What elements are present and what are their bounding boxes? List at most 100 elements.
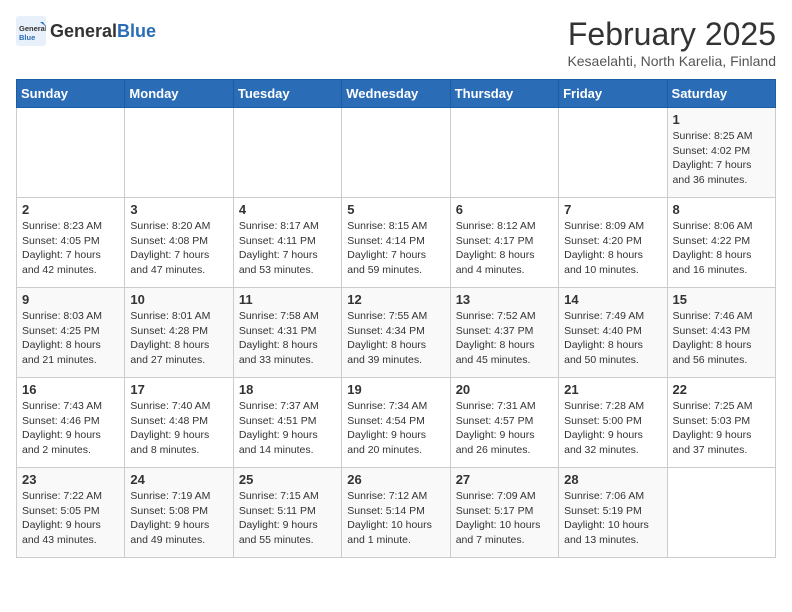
calendar-table: SundayMondayTuesdayWednesdayThursdayFrid… — [16, 79, 776, 558]
day-cell: 27Sunrise: 7:09 AMSunset: 5:17 PMDayligh… — [450, 468, 558, 558]
day-cell: 2 Sunrise: 8:23 AMSunset: 4:05 PMDaylight… — [17, 198, 125, 288]
day-info: Sunrise: 8:25 AMSunset: 4:02 PMDaylight:… — [673, 129, 770, 188]
day-info: Sunrise: 7:43 AMSunset: 4:46 PMDaylight:… — [22, 399, 119, 458]
day-number: 19 — [347, 382, 444, 397]
day-info: Sunrise: 7:31 AMSunset: 4:57 PMDaylight:… — [456, 399, 553, 458]
day-cell: 28 Sunrise: 7:06 AMSunset: 5:19 PMDayligh… — [559, 468, 667, 558]
logo-blue-text: Blue — [117, 21, 156, 42]
day-cell: 14Sunrise: 7:49 AMSunset: 4:40 PMDayligh… — [559, 288, 667, 378]
day-number: 8 — [673, 202, 770, 217]
weekday-header-row: SundayMondayTuesdayWednesdayThursdayFrid… — [17, 80, 776, 108]
day-cell: 7 Sunrise: 8:09 AMSunset: 4:20 PMDaylight… — [559, 198, 667, 288]
day-cell: 1 Sunrise: 8:25 AMSunset: 4:02 PMDaylight… — [667, 108, 775, 198]
page-header: General Blue General Blue February 2025 … — [16, 16, 776, 69]
day-number: 6 — [456, 202, 553, 217]
day-cell: 24 Sunrise: 7:19 AMSunset: 5:08 PMDayligh… — [125, 468, 233, 558]
day-number: 16 — [22, 382, 119, 397]
day-number: 17 — [130, 382, 227, 397]
day-cell: 9 Sunrise: 8:03 AMSunset: 4:25 PMDaylight… — [17, 288, 125, 378]
day-info: Sunrise: 7:28 AMSunset: 5:00 PMDaylight:… — [564, 399, 661, 458]
day-number: 2 — [22, 202, 119, 217]
day-number: 13 — [456, 292, 553, 307]
month-title: February 2025 — [567, 16, 776, 53]
day-info: Sunrise: 7:58 AMSunset: 4:31 PMDaylight:… — [239, 309, 336, 368]
day-info: Sunrise: 8:12 AMSunset: 4:17 PMDaylight:… — [456, 219, 553, 278]
day-cell: 19 Sunrise: 7:34 AMSunset: 4:54 PMDayligh… — [342, 378, 450, 468]
title-block: February 2025 Kesaelahti, North Karelia,… — [567, 16, 776, 69]
weekday-header-saturday: Saturday — [667, 80, 775, 108]
day-cell — [667, 468, 775, 558]
location-subtitle: Kesaelahti, North Karelia, Finland — [567, 53, 776, 69]
logo: General Blue General Blue — [16, 16, 156, 46]
day-number: 21 — [564, 382, 661, 397]
weekday-header-tuesday: Tuesday — [233, 80, 341, 108]
day-cell: 16 Sunrise: 7:43 AMSunset: 4:46 PMDayligh… — [17, 378, 125, 468]
day-info: Sunrise: 7:09 AMSunset: 5:17 PMDaylight:… — [456, 489, 553, 548]
day-cell: 11Sunrise: 7:58 AMSunset: 4:31 PMDayligh… — [233, 288, 341, 378]
day-cell: 5 Sunrise: 8:15 AMSunset: 4:14 PMDaylight… — [342, 198, 450, 288]
day-info: Sunrise: 7:37 AMSunset: 4:51 PMDaylight:… — [239, 399, 336, 458]
day-info: Sunrise: 7:06 AMSunset: 5:19 PMDaylight:… — [564, 489, 661, 548]
day-info: Sunrise: 7:46 AMSunset: 4:43 PMDaylight:… — [673, 309, 770, 368]
day-cell: 12Sunrise: 7:55 AMSunset: 4:34 PMDayligh… — [342, 288, 450, 378]
day-cell: 15Sunrise: 7:46 AMSunset: 4:43 PMDayligh… — [667, 288, 775, 378]
day-info: Sunrise: 7:12 AMSunset: 5:14 PMDaylight:… — [347, 489, 444, 548]
day-cell: 10 Sunrise: 8:01 AMSunset: 4:28 PMDayligh… — [125, 288, 233, 378]
day-number: 5 — [347, 202, 444, 217]
day-info: Sunrise: 7:15 AMSunset: 5:11 PMDaylight:… — [239, 489, 336, 548]
day-number: 20 — [456, 382, 553, 397]
day-cell — [342, 108, 450, 198]
day-number: 12 — [347, 292, 444, 307]
day-cell: 22 Sunrise: 7:25 AMSunset: 5:03 PMDayligh… — [667, 378, 775, 468]
day-cell — [559, 108, 667, 198]
day-number: 9 — [22, 292, 119, 307]
day-cell: 23 Sunrise: 7:22 AMSunset: 5:05 PMDayligh… — [17, 468, 125, 558]
day-info: Sunrise: 7:34 AMSunset: 4:54 PMDaylight:… — [347, 399, 444, 458]
day-number: 28 — [564, 472, 661, 487]
weekday-header-wednesday: Wednesday — [342, 80, 450, 108]
day-info: Sunrise: 8:09 AMSunset: 4:20 PMDaylight:… — [564, 219, 661, 278]
day-cell — [233, 108, 341, 198]
day-info: Sunrise: 7:25 AMSunset: 5:03 PMDaylight:… — [673, 399, 770, 458]
day-cell: 3Sunrise: 8:20 AMSunset: 4:08 PMDaylight… — [125, 198, 233, 288]
day-info: Sunrise: 7:22 AMSunset: 5:05 PMDaylight:… — [22, 489, 119, 548]
day-number: 26 — [347, 472, 444, 487]
day-number: 18 — [239, 382, 336, 397]
day-cell: 13 Sunrise: 7:52 AMSunset: 4:37 PMDayligh… — [450, 288, 558, 378]
day-info: Sunrise: 8:03 AMSunset: 4:25 PMDaylight:… — [22, 309, 119, 368]
day-number: 24 — [130, 472, 227, 487]
day-info: Sunrise: 8:06 AMSunset: 4:22 PMDaylight:… — [673, 219, 770, 278]
day-cell — [17, 108, 125, 198]
day-number: 22 — [673, 382, 770, 397]
week-row-2: 2 Sunrise: 8:23 AMSunset: 4:05 PMDaylight… — [17, 198, 776, 288]
weekday-header-sunday: Sunday — [17, 80, 125, 108]
day-cell — [450, 108, 558, 198]
day-info: Sunrise: 7:52 AMSunset: 4:37 PMDaylight:… — [456, 309, 553, 368]
day-number: 1 — [673, 112, 770, 127]
logo-general-text: General — [50, 21, 117, 42]
day-number: 10 — [130, 292, 227, 307]
day-cell: 18 Sunrise: 7:37 AMSunset: 4:51 PMDayligh… — [233, 378, 341, 468]
day-info: Sunrise: 8:20 AMSunset: 4:08 PMDaylight:… — [130, 219, 227, 278]
day-info: Sunrise: 7:19 AMSunset: 5:08 PMDaylight:… — [130, 489, 227, 548]
day-cell: 21 Sunrise: 7:28 AMSunset: 5:00 PMDayligh… — [559, 378, 667, 468]
week-row-4: 16 Sunrise: 7:43 AMSunset: 4:46 PMDayligh… — [17, 378, 776, 468]
day-number: 4 — [239, 202, 336, 217]
day-cell: 6 Sunrise: 8:12 AMSunset: 4:17 PMDaylight… — [450, 198, 558, 288]
day-cell: 26 Sunrise: 7:12 AMSunset: 5:14 PMDayligh… — [342, 468, 450, 558]
day-number: 23 — [22, 472, 119, 487]
day-info: Sunrise: 8:23 AMSunset: 4:05 PMDaylight:… — [22, 219, 119, 278]
day-cell — [125, 108, 233, 198]
day-cell: 8 Sunrise: 8:06 AMSunset: 4:22 PMDaylight… — [667, 198, 775, 288]
day-number: 7 — [564, 202, 661, 217]
day-cell: 4Sunrise: 8:17 AMSunset: 4:11 PMDaylight… — [233, 198, 341, 288]
logo-icon: General Blue — [16, 16, 46, 46]
weekday-header-monday: Monday — [125, 80, 233, 108]
day-info: Sunrise: 7:40 AMSunset: 4:48 PMDaylight:… — [130, 399, 227, 458]
day-cell: 17 Sunrise: 7:40 AMSunset: 4:48 PMDayligh… — [125, 378, 233, 468]
day-cell: 25Sunrise: 7:15 AMSunset: 5:11 PMDayligh… — [233, 468, 341, 558]
week-row-1: 1 Sunrise: 8:25 AMSunset: 4:02 PMDaylight… — [17, 108, 776, 198]
day-info: Sunrise: 8:15 AMSunset: 4:14 PMDaylight:… — [347, 219, 444, 278]
day-info: Sunrise: 8:01 AMSunset: 4:28 PMDaylight:… — [130, 309, 227, 368]
weekday-header-thursday: Thursday — [450, 80, 558, 108]
